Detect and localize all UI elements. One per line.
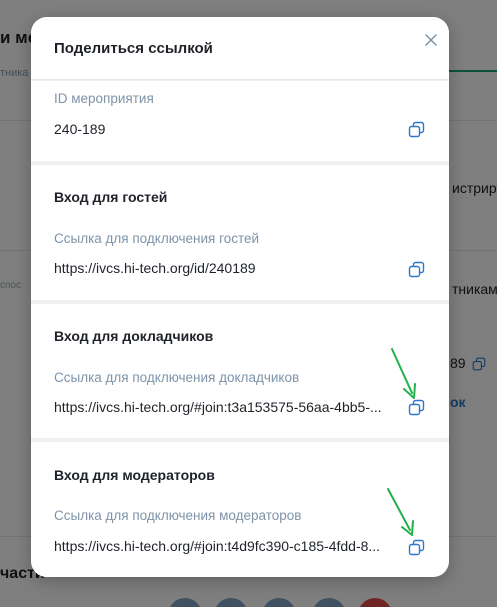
annotation-arrow-icon [391,348,416,399]
speaker-link-value: https://ivcs.hi-tech.org/#join:t3a153575… [54,399,382,415]
annotation-arrow-icon [387,488,414,536]
dialog-title: Поделиться ссылкой [54,40,213,57]
copy-icon[interactable] [408,261,425,278]
close-icon[interactable] [420,29,442,51]
section-title: Вход для докладчиков [54,328,214,344]
speaker-link-label: Ссылка для подключения докладчиков [54,370,300,385]
event-id-section: ID мероприятия 240-189 [31,81,449,161]
copy-icon[interactable] [408,539,425,556]
moderator-link-label: Ссылка для подключения модераторов [54,508,302,523]
guest-link-section: Вход для гостей Ссылка для подключения г… [31,165,449,300]
moderator-link-value: https://ivcs.hi-tech.org/#join:t4d9fc390… [54,538,381,554]
guest-link-value: https://ivcs.hi-tech.org/id/240189 [54,260,256,276]
section-title: Вход для модераторов [54,467,215,483]
section-title: Вход для гостей [54,189,168,205]
dialog-header: Поделиться ссылкой [31,17,449,80]
copy-icon[interactable] [408,121,425,138]
event-id-value: 240-189 [54,121,106,137]
guest-link-label: Ссылка для подключения гостей [54,231,260,246]
event-id-label: ID мероприятия [54,91,154,106]
